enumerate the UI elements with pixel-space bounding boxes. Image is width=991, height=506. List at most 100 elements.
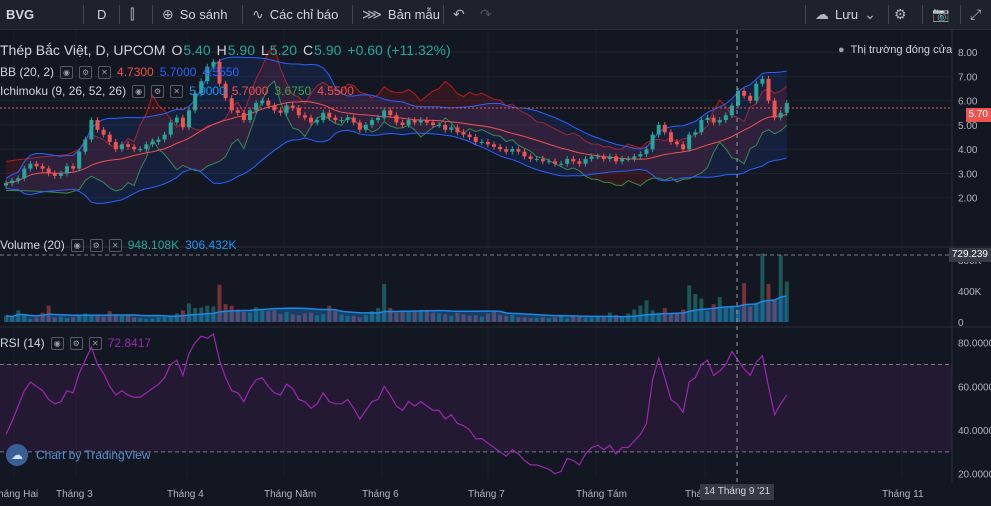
close-icon[interactable]: ✕ [108,238,122,252]
candle-body [327,112,332,118]
watermark-text: Chart by TradingView [36,448,151,462]
crosshair-date-label: 14 Tháng 9 '21 [700,484,775,500]
time-tick-label: Tháng Năm [264,489,316,500]
candle-body [534,158,539,160]
chart-title: Thép Bắc Việt, D, UPCOM [0,42,166,58]
candle-body [315,120,320,123]
ichimoku-value-2: 5.7000 [231,84,269,98]
candle-body [479,141,484,143]
candle-body [559,163,564,165]
price-tick-label: 3.00 [958,169,978,180]
candle-body [95,120,100,130]
volume-name: Volume (20) [0,238,65,252]
candle-body [589,156,594,159]
settings-icon[interactable]: ⚙ [151,84,165,98]
settings-icon[interactable]: ⚙ [89,238,103,252]
candle-body [266,100,271,106]
candle-body [406,120,411,125]
candle-body [638,154,643,157]
rsi-value: 72.8417 [107,336,152,350]
candle-body [40,166,45,169]
candle-body [431,122,435,125]
candle-body [16,178,21,181]
ohlc-close: 5.90 [314,42,342,58]
candle-body [528,156,533,159]
time-tick-label: Tháng 4 [167,489,204,500]
candle-body [302,115,307,118]
candle-body [754,83,759,101]
volume-tick-label: 0 [958,318,964,329]
ohlc-close-label: C [303,42,314,58]
close-icon[interactable]: ✕ [170,84,184,98]
candle-body [156,139,161,142]
settings-icon[interactable]: ⚙ [79,65,93,79]
ichimoku-value-4: 4.5500 [317,84,354,98]
candle-body [150,141,155,145]
status-dot-icon: ● [838,44,845,56]
candle-body [162,134,167,140]
candle-body [546,161,551,163]
rsi-tick-label: 40.0000 [958,426,991,437]
candle-body [614,156,618,162]
candle-body [101,129,106,135]
candle-body [437,124,442,126]
candle-body [742,90,747,96]
candle-body [28,163,33,169]
candle-body [22,168,27,179]
settings-icon[interactable]: ⚙ [69,336,83,350]
candle-body [626,158,631,160]
volume-ma-area [6,295,787,322]
tradingview-logo-icon: ☁ [6,444,28,466]
close-icon[interactable]: ✕ [88,336,102,350]
candle-body [577,161,582,164]
candle-body [370,120,374,125]
candle-body [180,117,185,128]
ichimoku-legend[interactable]: Ichimoku (9, 26, 52, 26) ◉ ⚙ ✕ 5.0000 5.70… [0,84,354,98]
price-tick-label: 8.00 [958,48,978,59]
time-tick-label: Tháng 3 [56,489,93,500]
candle-body [132,146,137,150]
candle-body [89,120,94,140]
bb-legend[interactable]: BB (20, 2) ◉ ⚙ ✕ 4.7300 5.7000 4.5550 [0,65,239,79]
candle-body [485,141,490,145]
candle-body [235,110,240,113]
candle-body [321,112,326,121]
eye-icon[interactable]: ◉ [70,238,84,252]
candle-body [510,149,515,152]
tradingview-watermark[interactable]: ☁ Chart by TradingView [6,444,151,466]
candle-body [443,124,448,130]
bb-name: BB (20, 2) [0,65,55,79]
candle-body [492,144,496,147]
volume-value-2: 306.432K [185,238,237,252]
candle-body [394,115,399,123]
eye-icon[interactable]: ◉ [60,65,74,79]
main-legend: Thép Bắc Việt, D, UPCOM O 5.40 H 5.90 L 5.2… [0,42,451,58]
candle-body [656,124,661,135]
candle-body [333,117,338,121]
candle-body [52,173,57,176]
rsi-legend[interactable]: RSI (14) ◉ ⚙ ✕ 72.8417 [0,336,151,350]
candle-body [248,110,252,121]
candle-body [388,110,393,116]
candle-body [424,120,429,123]
candle-body [83,139,88,152]
candle-body [760,78,765,84]
candle-body [607,156,612,159]
volume-legend[interactable]: Volume (20) ◉ ⚙ ✕ 948.108K 306.432K [0,238,236,252]
candle-body [296,107,301,116]
candle-body [473,137,478,142]
ohlc-high: 5.90 [227,42,255,58]
candle-body [284,105,289,113]
price-change: +0.60 (+11.32%) [347,42,451,58]
candle-body [309,117,313,123]
market-status: ● Thị trường đóng cửa [838,44,953,56]
close-icon[interactable]: ✕ [98,65,112,79]
candle-body [138,149,143,151]
eye-icon[interactable]: ◉ [50,336,64,350]
candle-body [229,98,234,111]
candle-body [412,120,417,123]
candle-body [144,144,149,150]
candle-body [187,110,191,128]
candle-body [345,117,350,121]
eye-icon[interactable]: ◉ [132,84,146,98]
